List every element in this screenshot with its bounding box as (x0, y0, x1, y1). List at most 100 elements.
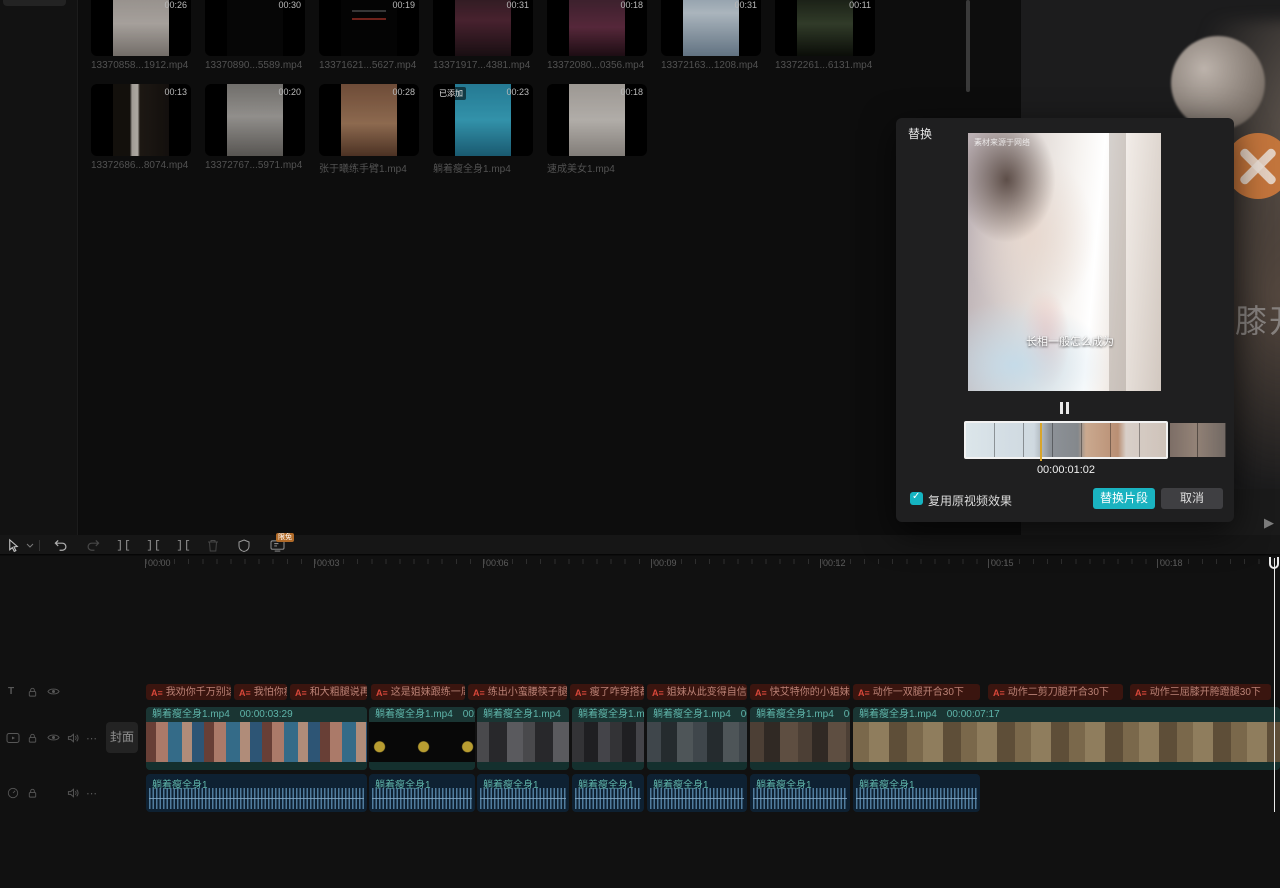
media-item[interactable]: 已添加 00:23 躺着瘦全身1.mp4 (433, 84, 533, 175)
select-tool-dropdown[interactable] (25, 538, 35, 553)
trim-filmstrip[interactable] (964, 421, 1226, 459)
video-subtitle: 长相一般怎么成为 (1026, 333, 1114, 349)
timeline-toolbar: ][ ][ ][ 限免 (0, 535, 1280, 555)
video-clip[interactable]: 躺着瘦全身1.mp400:00:03:29 (146, 707, 367, 770)
cover-button[interactable]: 封面 (106, 722, 138, 753)
filmstrip-selected-range[interactable] (964, 421, 1168, 459)
media-item[interactable]: 00:13 13372686...8074.mp4 (91, 84, 191, 175)
ruler-label: 00:03 (317, 558, 340, 568)
media-item[interactable]: 00:18 13372080...0356.mp4 (547, 0, 647, 71)
more-options-icon[interactable]: ⋯ (86, 732, 98, 745)
chevron-down-icon (26, 543, 34, 548)
duration-badge: 00:11 (849, 0, 871, 10)
text-clip[interactable]: A≡我劝你千万别这样 (146, 684, 231, 700)
text-clip[interactable]: A≡动作三屈膝开胯蹬腿30下 (1130, 684, 1271, 700)
split-button[interactable]: ][ (115, 538, 133, 553)
timecode: 00:00:01:02 (964, 464, 1168, 476)
text-clip[interactable]: A≡练出小蛮腰筷子腿 (468, 684, 567, 700)
undo-button[interactable] (52, 538, 68, 553)
sidebar-active-item[interactable] (3, 0, 66, 6)
audio-clip[interactable]: 躺着瘦全身1 (369, 774, 475, 812)
clip-filmstrip (572, 722, 644, 762)
audio-clip[interactable]: 躺着瘦全身1 (477, 774, 569, 812)
media-item[interactable]: 00:31 13371917...4381.mp4 (433, 0, 533, 71)
replace-clip-button[interactable]: 替换片段 (1093, 488, 1155, 509)
more-options-icon[interactable]: ⋯ (86, 787, 98, 800)
video-thumbnail: 00:19 (319, 0, 419, 56)
speaker-icon[interactable] (67, 732, 80, 744)
delete-button[interactable] (206, 538, 220, 553)
text-clip-icon: A≡ (473, 685, 485, 700)
text-clip[interactable]: A≡动作二剪刀腿开合30下 (988, 684, 1123, 700)
redo-button[interactable] (85, 538, 101, 553)
text-clip[interactable]: A≡瘦了咋穿搭都好看 (570, 684, 644, 700)
media-item[interactable]: 00:31 13372163...1208.mp4 (661, 0, 761, 71)
audio-clip[interactable]: 躺着瘦全身1 (750, 774, 850, 812)
audio-waveform (372, 788, 472, 809)
video-thumbnail: 00:30 (205, 0, 305, 56)
lock-icon[interactable] (27, 686, 38, 698)
speaker-icon[interactable] (67, 787, 80, 799)
text-clip[interactable]: A≡和大粗腿说再见 (290, 684, 367, 700)
audio-waveform (753, 788, 847, 809)
text-clip-icon: A≡ (1135, 685, 1147, 700)
play-icon[interactable]: ▶ (1264, 515, 1274, 531)
media-item[interactable]: 00:11 13372261...6131.mp4 (775, 0, 875, 71)
avatar (1171, 36, 1265, 130)
duration-badge: 00:31 (506, 0, 529, 10)
cancel-button[interactable]: 取消 (1161, 488, 1223, 509)
select-tool-button[interactable] (5, 538, 21, 553)
video-thumbnail: 00:18 (547, 0, 647, 56)
video-clip[interactable]: 躺着瘦全身1.mp4 (572, 707, 644, 770)
video-clip[interactable]: 躺着瘦全身1.mp400:00: (647, 707, 747, 770)
media-item[interactable]: 00:18 速成美女1.mp4 (547, 84, 647, 175)
media-item[interactable]: 00:28 张于曦练手臂1.mp4 (319, 84, 419, 175)
audio-clip[interactable]: 躺着瘦全身1 (853, 774, 980, 812)
text-clip[interactable]: A≡动作一双腿开合30下 (853, 684, 980, 700)
video-clip[interactable]: 躺着瘦全身1.mp400:00: (369, 707, 475, 770)
redo-icon (86, 539, 101, 552)
video-thumbnail: 00:11 (775, 0, 875, 56)
media-item[interactable]: 00:26 13370858...1912.mp4 (91, 0, 191, 71)
checkbox-label: 复用原视频效果 (928, 492, 1012, 509)
text-clip-icon: A≡ (652, 685, 664, 700)
video-clip[interactable]: 躺着瘦全身1.mp400:00:07:17 (853, 707, 1280, 770)
audio-waveform (575, 788, 641, 809)
media-item[interactable]: 00:30 13370890...5589.mp4 (205, 0, 305, 71)
media-filename: 13372080...0356.mp4 (547, 60, 647, 71)
reuse-effects-checkbox[interactable]: ✓ (910, 492, 923, 505)
audio-clip[interactable]: 躺着瘦全身1 (647, 774, 747, 812)
audio-clip[interactable]: 躺着瘦全身1 (572, 774, 644, 812)
text-clip-icon: A≡ (858, 685, 870, 700)
added-badge: 已添加 (436, 87, 466, 100)
pause-button[interactable] (1058, 401, 1072, 415)
timeline-playhead-handle[interactable] (1269, 557, 1279, 569)
eye-icon[interactable] (47, 732, 60, 743)
mask-button[interactable] (237, 538, 251, 553)
media-filename: 13372767...5971.mp4 (205, 160, 305, 171)
clip-filmstrip (647, 722, 747, 762)
filmstrip-playhead[interactable] (1040, 423, 1042, 461)
media-scrollbar[interactable] (966, 0, 970, 92)
preview-overlay-text: 膝开 (1235, 296, 1280, 342)
eye-icon[interactable] (47, 686, 60, 697)
ruler-label: 00:09 (654, 558, 677, 568)
lock-icon[interactable] (27, 732, 38, 744)
time-ruler[interactable]: 00:00 00:03 00:06 00:09 00:12 00:15 00:1… (0, 556, 1280, 574)
text-clip[interactable]: A≡我怕你瘦成腿 (234, 684, 287, 700)
clip-filmstrip (750, 722, 850, 762)
audio-clip[interactable]: 躺着瘦全身1 (146, 774, 367, 812)
clip-filmstrip (853, 722, 1280, 762)
split-left-button[interactable]: ][ (145, 538, 163, 553)
media-item[interactable]: 00:19 13371621...5627.mp4 (319, 0, 419, 71)
text-clip[interactable]: A≡快艾特你的小姐妹一起练 (750, 684, 850, 700)
video-clip[interactable]: 躺着瘦全身1.mp400:00 (477, 707, 569, 770)
split-right-button[interactable]: ][ (175, 538, 193, 553)
text-clip[interactable]: A≡这是姐妹跟练一周的效果 (371, 684, 465, 700)
replace-preview-video[interactable]: 素材来源于网络 长相一般怎么成为 (968, 133, 1161, 391)
lock-icon[interactable] (27, 787, 38, 799)
text-clip[interactable]: A≡姐妹从此变得自信又美 (647, 684, 747, 700)
media-library-panel: 00:26 13370858...1912.mp4 00:30 13370890… (79, 0, 1020, 535)
media-item[interactable]: 00:20 13372767...5971.mp4 (205, 84, 305, 175)
video-clip[interactable]: 躺着瘦全身1.mp400:00:0 (750, 707, 850, 770)
